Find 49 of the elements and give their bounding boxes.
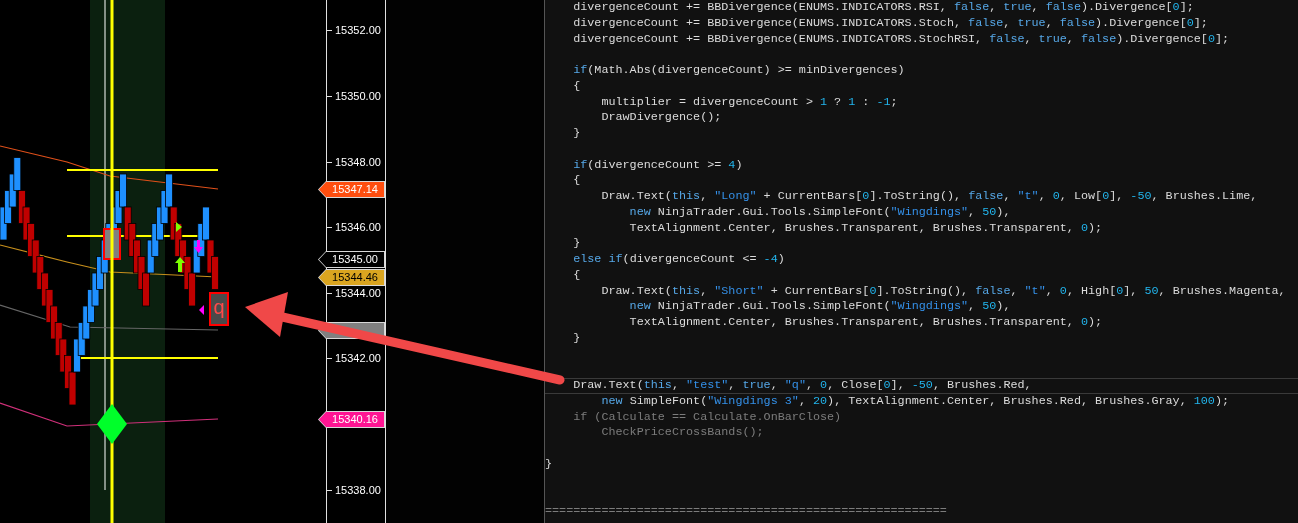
code-line: { — [572, 78, 582, 95]
candlestick — [91, 272, 100, 307]
axis-label: 15348.00 — [335, 156, 381, 168]
code-line: TextAlignment.Center, Brushes.Transparent, Brushes.Transparent, 0); — [628, 315, 1104, 331]
code-line: new NinjaTrader.Gui.Tools.SimpleFont("Wingdings", 50), — [628, 299, 1012, 315]
code-line: Draw.Text(this, "test", true, "q", 0, Close[0], -50, Brushes.Red, — [545, 378, 1298, 394]
candlestick — [68, 371, 77, 406]
code-line: multiplier = divergenceCount > 1 ? 1 : -1; — [600, 94, 899, 111]
text-marker: q — [209, 292, 229, 326]
code-line: ========================================================= — [545, 504, 948, 520]
candlestick — [206, 239, 215, 274]
code-line: TextAlignment.Center, Brushes.Transparent, Brushes.Transparent, 0); — [628, 220, 1104, 237]
code-line: Draw.Text(this, "Short" + CurrentBars[0].ToString(), false, "t", 0, High[0], 50, Brushes.Magenta, — [600, 283, 1287, 300]
axis-label: 15342.00 — [335, 352, 381, 364]
code-line: { — [572, 173, 582, 189]
code-line: } — [572, 236, 582, 252]
axis-label: 15346.00 — [335, 221, 381, 233]
triangle-marker — [199, 305, 204, 315]
axis-label: 15338.00 — [335, 484, 381, 496]
code-line: DrawDivergence(); — [600, 110, 723, 126]
code-line: divergenceCount += BBDivergence(ENUMS.INDICATORS.Stoch, false, true, false).Divergence[0]; — [572, 15, 1209, 32]
down-arrow-icon — [194, 240, 203, 253]
axis-label: 15352.00 — [335, 24, 381, 36]
axis-label: 15344.00 — [335, 287, 381, 299]
candlestick — [22, 206, 31, 241]
code-line: if(divergenceCount >= 4) — [572, 157, 744, 174]
triangle-marker — [176, 222, 182, 232]
price-tag: 15347.14 — [318, 181, 385, 198]
axis-label: 15350.00 — [335, 90, 381, 102]
code-line: divergenceCount += BBDivergence(ENUMS.INDICATORS.RSI, false, true, false).Divergence[0]; — [572, 0, 1195, 16]
diamond-marker — [97, 404, 127, 444]
code-line: } — [572, 330, 582, 347]
code-line: new NinjaTrader.Gui.Tools.SimpleFont("Wingdings", 50), — [628, 204, 1012, 221]
code-line: if (Calculate == Calculate.OnBarClose) — [572, 409, 843, 426]
code-line: new SimpleFont("Wingdings 3", 20), TextAlignment.Center, Brushes.Red, Brushes.Gray, 100); — [600, 393, 1231, 410]
price-tag: 15344.46 — [318, 269, 385, 286]
code-line: } — [545, 456, 554, 473]
code-line: if(Math.Abs(divergenceCount) >= minDivergences) — [572, 63, 906, 79]
candlestick — [13, 157, 22, 191]
price-tag: 15345.00 — [318, 251, 385, 268]
code-line: } — [572, 126, 582, 142]
marker-box — [103, 228, 121, 260]
code-line: CheckPriceCrossBands(); — [600, 425, 765, 441]
code-line: { — [572, 267, 582, 284]
code-line: else if(divergenceCount <= -4) — [572, 252, 786, 268]
code-line: divergenceCount += BBDivergence(ENUMS.INDICATORS.StochRSI, false, true, false).Divergence[0]; — [572, 31, 1231, 48]
code-line: Draw.Text(this, "Long" + CurrentBars[0].ToString(), false, "t", 0, Low[0], -50, Brushes.Lime, — [600, 189, 1259, 205]
up-arrow-icon — [175, 257, 185, 272]
price-tag: 15340.16 — [318, 411, 385, 428]
